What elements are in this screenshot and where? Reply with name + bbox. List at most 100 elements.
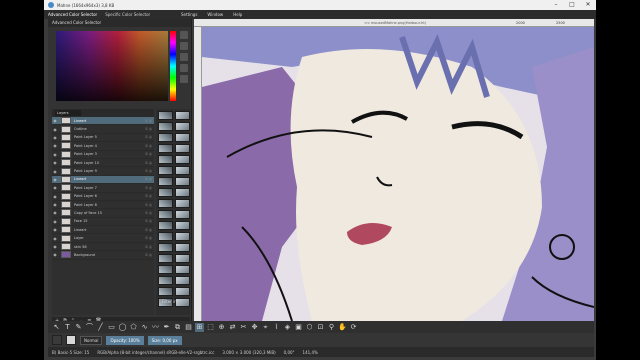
menu-settings[interactable]: Settings (176, 12, 202, 17)
tool-icon[interactable]: ⚲ (327, 323, 336, 332)
brush-preset-thumbnail[interactable] (175, 265, 190, 274)
tool-icon[interactable]: ◯ (118, 323, 127, 332)
layer-row[interactable]: ◉ Paint Layer 5 ⚿ ◎ (52, 133, 154, 143)
eye-icon[interactable]: ◉ (52, 219, 58, 224)
brush-preset-thumbnail[interactable] (175, 276, 190, 285)
eye-icon[interactable]: ◉ (52, 210, 58, 215)
eye-icon[interactable]: ◉ (52, 160, 58, 165)
brush-preset-thumbnail[interactable] (175, 210, 190, 219)
brush-preset-thumbnail[interactable] (158, 199, 173, 208)
brush-preset-thumbnail[interactable] (158, 111, 173, 120)
brush-preset-thumbnail[interactable] (175, 287, 190, 296)
eye-icon[interactable]: ◉ (52, 152, 58, 157)
layer-row[interactable]: ◉ Lineart ⚿ ◎ (52, 175, 154, 185)
layer-flags-icon[interactable]: ⚿ ◎ (140, 177, 154, 181)
brush-preset-thumbnail[interactable] (158, 210, 173, 219)
brush-preset-thumbnail[interactable] (158, 188, 173, 197)
eye-icon[interactable]: ◉ (52, 143, 58, 148)
minimize-button[interactable]: – (548, 0, 564, 10)
layer-flags-icon[interactable]: ⚿ ◎ (140, 152, 154, 156)
hue-slider[interactable] (170, 31, 176, 101)
tool-icon[interactable]: ⬚ (206, 323, 215, 332)
brush-preset-thumbnail[interactable] (175, 243, 190, 252)
tool-icon[interactable]: ⬡ (305, 323, 314, 332)
layer-flags-icon[interactable]: ⚿ ◎ (140, 253, 154, 257)
brush-preset-thumbnail[interactable] (175, 133, 190, 142)
brush-preset-thumbnail[interactable] (158, 177, 173, 186)
eye-icon[interactable]: ◉ (52, 118, 58, 123)
blend-mode-select[interactable]: Normal (80, 335, 103, 345)
tool-icon[interactable]: ▤ (184, 323, 193, 332)
brush-preset-thumbnail[interactable] (158, 155, 173, 164)
foreground-color-swatch[interactable] (52, 335, 62, 345)
tool-icon[interactable]: ✋ (338, 323, 347, 332)
layer-row[interactable]: ◉ Paint Layer 6 ⚿ ◎ (52, 192, 154, 201)
layer-row[interactable]: ◉ skin 58 ⚿ ◎ (52, 243, 154, 252)
tool-icon[interactable]: ⊡ (316, 323, 325, 332)
eye-icon[interactable]: ◉ (52, 127, 58, 132)
tool-icon[interactable]: ∿ (140, 323, 149, 332)
layer-row[interactable]: ◉ Layer ⚿ ◎ (52, 234, 154, 243)
tool-icon[interactable]: ⧉ (173, 323, 182, 332)
canvas-area[interactable]: 2000 2500 << mousedMahne.png(Harbour-ht) (194, 19, 594, 321)
menu-window[interactable]: Window (202, 12, 228, 17)
tool-icon[interactable]: ▭ (107, 323, 116, 332)
layers-header-label[interactable]: Layers (55, 110, 81, 116)
layer-flags-icon[interactable]: ⚿ ◎ (140, 219, 154, 223)
eye-icon[interactable]: ◉ (52, 202, 58, 207)
tool-icon[interactable]: ↖ (52, 323, 61, 332)
brush-filter-label[interactable]: Filter in (162, 298, 177, 306)
brush-preset-thumbnail[interactable] (158, 122, 173, 131)
tab-specific-color-selector[interactable]: Specific Color Selector (101, 12, 154, 17)
brush-preset-thumbnail[interactable] (175, 254, 190, 263)
tool-icon[interactable]: ⇄ (228, 323, 237, 332)
tab-advanced-color-selector[interactable]: Advanced Color Selector (44, 12, 101, 17)
brush-preset-thumbnail[interactable] (175, 188, 190, 197)
brush-preset-thumbnail[interactable] (175, 221, 190, 230)
color-reset-icon[interactable] (180, 75, 188, 83)
color-history-icon[interactable] (180, 42, 188, 50)
layer-row[interactable]: ◉ Paint Layer 10 ⚿ ◎ (52, 159, 154, 168)
tool-icon[interactable]: ✂ (239, 323, 248, 332)
tool-icon[interactable]: ⬠ (129, 323, 138, 332)
tool-icon[interactable]: ⌇ (272, 323, 281, 332)
color-palette-square[interactable] (56, 31, 168, 101)
brush-preset-thumbnail[interactable] (158, 243, 173, 252)
eye-icon[interactable]: ◉ (52, 236, 58, 241)
brush-preset-thumbnail[interactable] (158, 276, 173, 285)
menu-help[interactable]: Help (228, 12, 247, 17)
opacity-slider[interactable]: Opacity: 100% (106, 335, 144, 345)
tool-icon[interactable]: ✎ (74, 323, 83, 332)
eye-icon[interactable]: ◉ (52, 194, 58, 199)
layer-row[interactable]: ◉ Copy of Face 15 ⚿ ◎ (52, 209, 154, 218)
eye-icon[interactable]: ◉ (52, 244, 58, 249)
layer-flags-icon[interactable]: ⚿ ◎ (140, 186, 154, 190)
artwork-canvas[interactable] (202, 27, 594, 321)
tool-icon[interactable]: ⊕ (217, 323, 226, 332)
tool-icon[interactable]: 〰 (151, 323, 160, 332)
brush-preset-thumbnail[interactable] (158, 144, 173, 153)
layer-flags-icon[interactable]: ⚿ ◎ (140, 135, 154, 139)
eye-icon[interactable]: ◉ (52, 252, 58, 257)
layer-row[interactable]: ◉ Lineart ⚿ ◎ (52, 226, 154, 235)
layer-flags-icon[interactable]: ⚿ ◎ (140, 228, 154, 232)
brush-preset-thumbnail[interactable] (175, 199, 190, 208)
brush-preset-thumbnail[interactable] (175, 166, 190, 175)
eye-icon[interactable]: ◉ (52, 177, 58, 182)
layer-row[interactable]: ◉ Paint Layer 8 ⚿ ◎ (52, 201, 154, 210)
close-button[interactable]: ✕ (580, 0, 596, 10)
layer-row[interactable]: ◉ Background ⚿ ◎ (52, 251, 154, 260)
brush-preset-thumbnail[interactable] (175, 122, 190, 131)
maximize-button[interactable]: □ (564, 0, 580, 10)
tool-icon[interactable]: ⌒ (85, 323, 94, 332)
brush-preset-thumbnail[interactable] (175, 298, 190, 307)
layer-flags-icon[interactable]: ⚿ ◎ (140, 203, 154, 207)
layer-row[interactable]: ◉ Face 15 ⚿ ◎ (52, 217, 154, 227)
brush-preset-thumbnail[interactable] (158, 254, 173, 263)
brush-preset-thumbnail[interactable] (158, 265, 173, 274)
layer-flags-icon[interactable]: ⚿ ◎ (140, 127, 154, 131)
layer-row[interactable]: ◉ Paint Layer 9 ⚿ ◎ (52, 167, 154, 176)
eye-icon[interactable]: ◉ (52, 135, 58, 140)
layer-row[interactable]: ◉ Lineart ⚿ ◎ (52, 117, 154, 126)
color-swap-icon[interactable] (180, 64, 188, 72)
